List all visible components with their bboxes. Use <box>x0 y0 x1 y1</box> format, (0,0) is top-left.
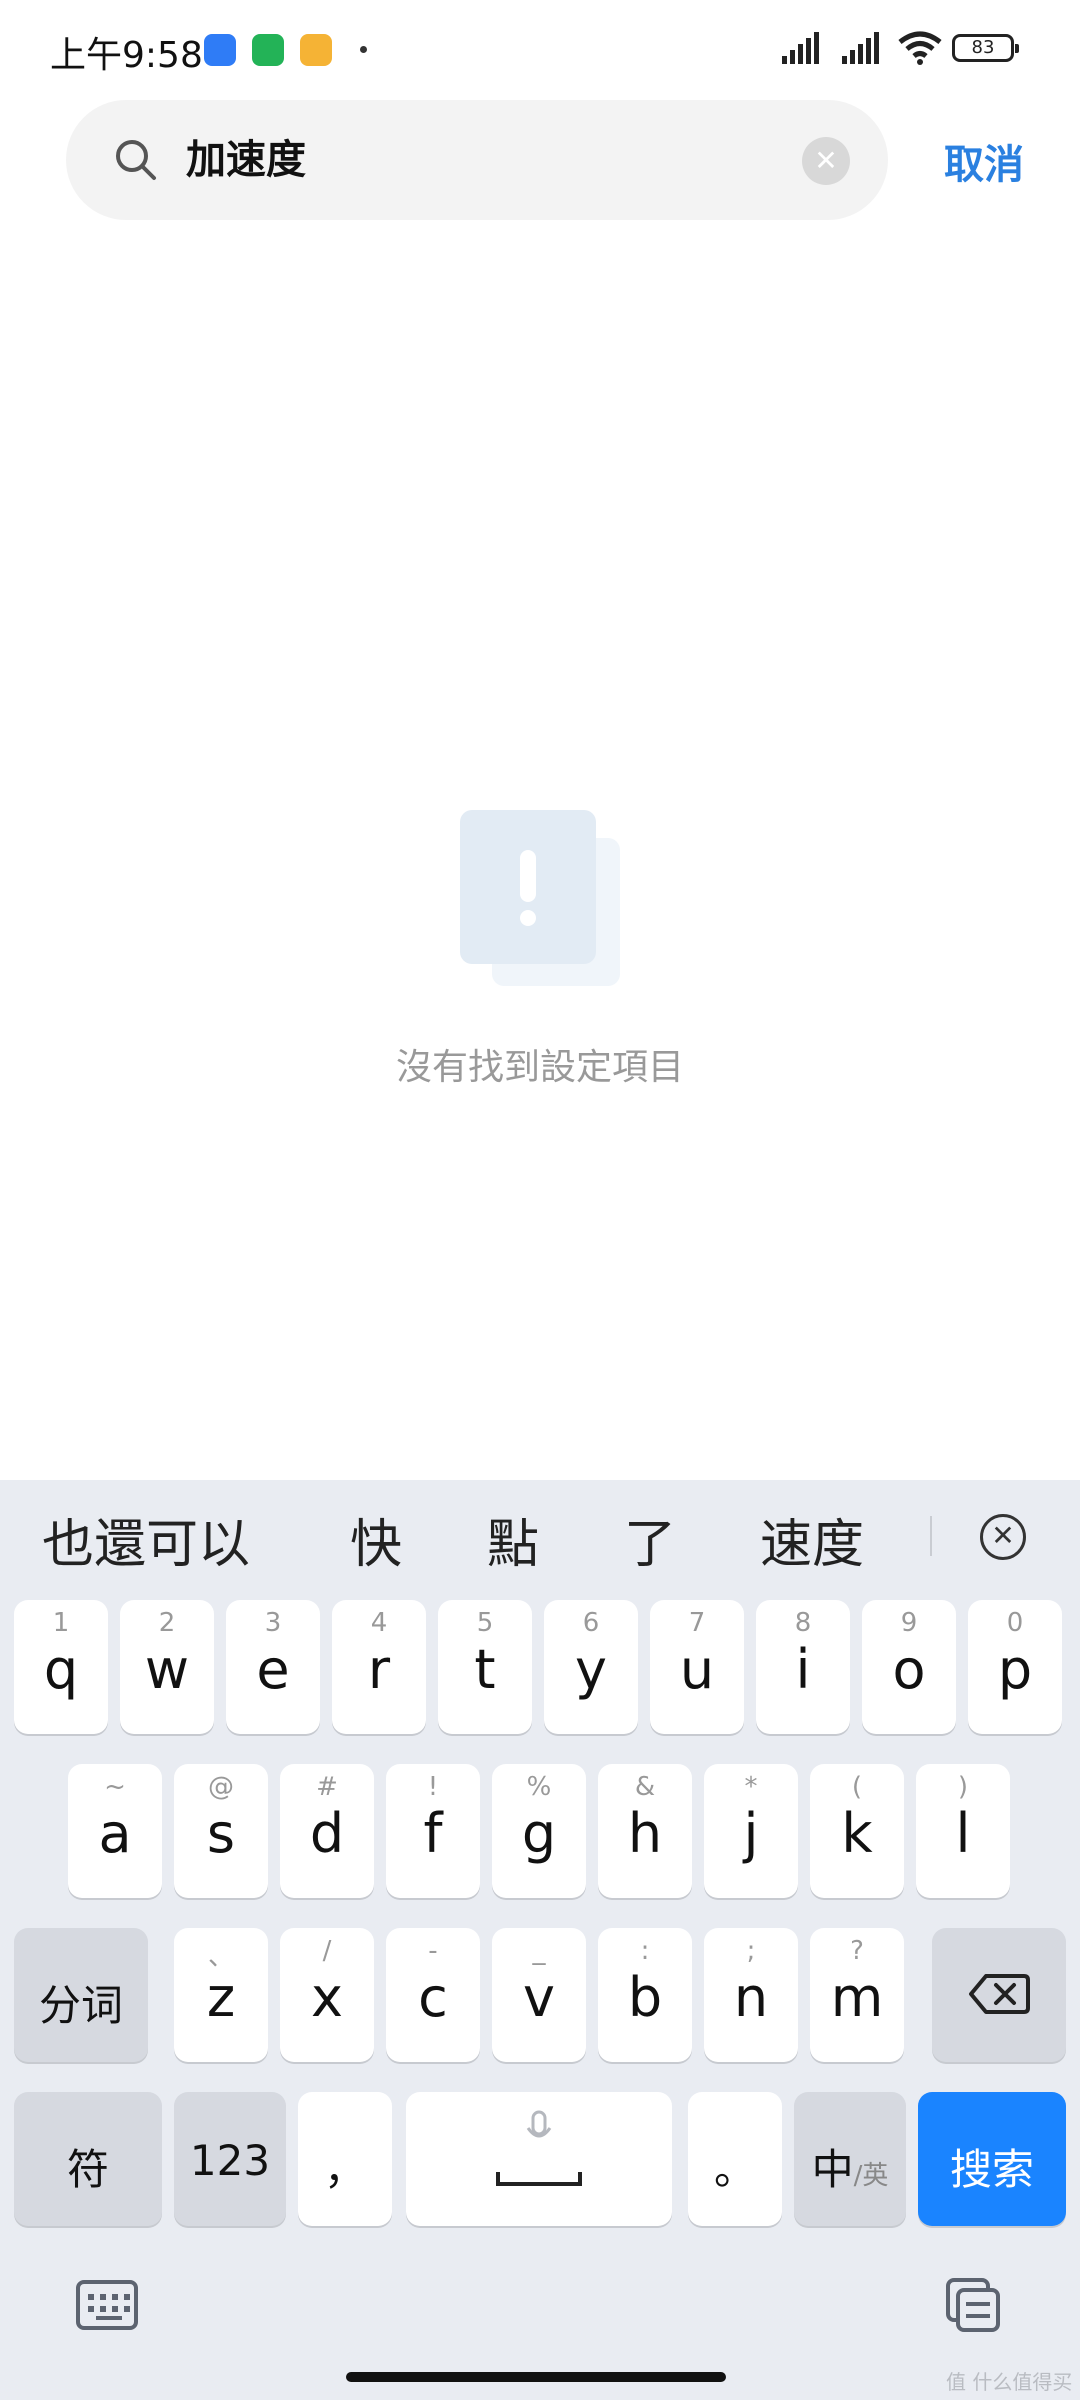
search-box[interactable]: 加速度 ✕ <box>66 100 888 220</box>
key-t[interactable]: 5t <box>438 1600 532 1734</box>
key-g[interactable]: % g <box>492 1764 586 1898</box>
wifi-icon <box>898 31 942 65</box>
home-indicator[interactable] <box>346 2372 726 2382</box>
status-bar: 上午9:58 83 <box>0 0 1080 96</box>
key-z[interactable]: 、 z <box>174 1928 268 2062</box>
candidate-item[interactable]: 了 <box>624 1502 676 1577</box>
key-e[interactable]: 3e <box>226 1600 320 1734</box>
symbol-key[interactable]: 符 <box>14 2092 162 2226</box>
key-f[interactable]: ! f <box>386 1764 480 1898</box>
empty-state-message: 沒有找到設定項目 <box>395 1047 684 1088</box>
candidate-item[interactable]: 快 <box>350 1502 402 1577</box>
space-bar-icon <box>496 2172 582 2186</box>
key-q[interactable]: 1q <box>14 1600 108 1734</box>
segment-key[interactable]: 分词 <box>14 1928 148 2062</box>
key-p[interactable]: 0p <box>968 1600 1062 1734</box>
key-m[interactable]: ? m <box>810 1928 904 2062</box>
key-x[interactable]: / x <box>280 1928 374 2062</box>
candidate-divider <box>930 1516 932 1556</box>
key-v[interactable]: _ v <box>492 1928 586 2062</box>
backspace-icon <box>969 1974 1030 2014</box>
language-key[interactable]: 中/英 <box>794 2092 906 2226</box>
clear-search-button[interactable]: ✕ <box>802 137 850 185</box>
search-icon <box>116 140 156 180</box>
key-c[interactable]: -c <box>386 1928 480 2062</box>
key-o[interactable]: 9o <box>862 1600 956 1734</box>
cancel-button[interactable]: 取消 <box>944 132 1024 190</box>
close-candidates-icon[interactable]: ✕ <box>980 1514 1026 1560</box>
candidate-item[interactable]: 點 <box>487 1502 539 1577</box>
empty-state-illustration <box>460 810 620 986</box>
keyboard: 也還可以 快 點 了 速度 ✕ 1q 2w 3e 4r 5t 6y 7u 8i … <box>0 1480 1080 2400</box>
candidate-item[interactable]: 也還可以 <box>42 1502 250 1577</box>
key-i[interactable]: 8i <box>756 1600 850 1734</box>
message-notification-icon <box>300 34 332 66</box>
key-l[interactable]: ) l <box>916 1764 1010 1898</box>
backspace-key[interactable] <box>932 1928 1066 2062</box>
candidate-item[interactable]: 速度 <box>760 1502 864 1577</box>
microphone-icon <box>526 2110 552 2138</box>
hotspot-notification-icon <box>204 34 236 66</box>
key-u[interactable]: 7u <box>650 1600 744 1734</box>
key-j[interactable]: * j <box>704 1764 798 1898</box>
signal-icon <box>782 32 819 64</box>
key-s[interactable]: @ s <box>174 1764 268 1898</box>
signal-icon-2 <box>842 32 879 64</box>
candidate-bar: 也還可以 快 點 了 速度 ✕ <box>0 1480 1080 1590</box>
exclamation-dot <box>520 910 536 926</box>
exclamation-icon <box>520 850 536 902</box>
key-h[interactable]: & h <box>598 1764 692 1898</box>
phone-notification-icon <box>252 34 284 66</box>
key-a[interactable]: ~ a <box>68 1764 162 1898</box>
key-w[interactable]: 2w <box>120 1600 214 1734</box>
numeric-key[interactable]: 123 <box>174 2092 286 2226</box>
search-input[interactable]: 加速度 <box>186 130 306 190</box>
more-notifications-icon <box>360 46 367 53</box>
key-d[interactable]: # d <box>280 1764 374 1898</box>
key-b[interactable]: :b <box>598 1928 692 2062</box>
watermark: 值 什么值得买 <box>946 2370 1073 2394</box>
comma-key[interactable]: ， <box>298 2092 392 2226</box>
key-y[interactable]: 6y <box>544 1600 638 1734</box>
status-time: 上午9:58 <box>50 35 203 76</box>
empty-illustration-front-card <box>460 810 596 964</box>
battery-icon: 83 <box>952 34 1019 62</box>
period-key[interactable]: 。 <box>688 2092 782 2226</box>
key-n[interactable]: ; n <box>704 1928 798 2062</box>
hide-keyboard-icon[interactable] <box>76 2280 138 2330</box>
clipboard-icon[interactable] <box>944 2278 1002 2334</box>
key-k[interactable]: (k <box>810 1764 904 1898</box>
search-key[interactable]: 搜索 <box>918 2092 1066 2226</box>
space-key[interactable] <box>406 2092 672 2226</box>
key-r[interactable]: 4r <box>332 1600 426 1734</box>
